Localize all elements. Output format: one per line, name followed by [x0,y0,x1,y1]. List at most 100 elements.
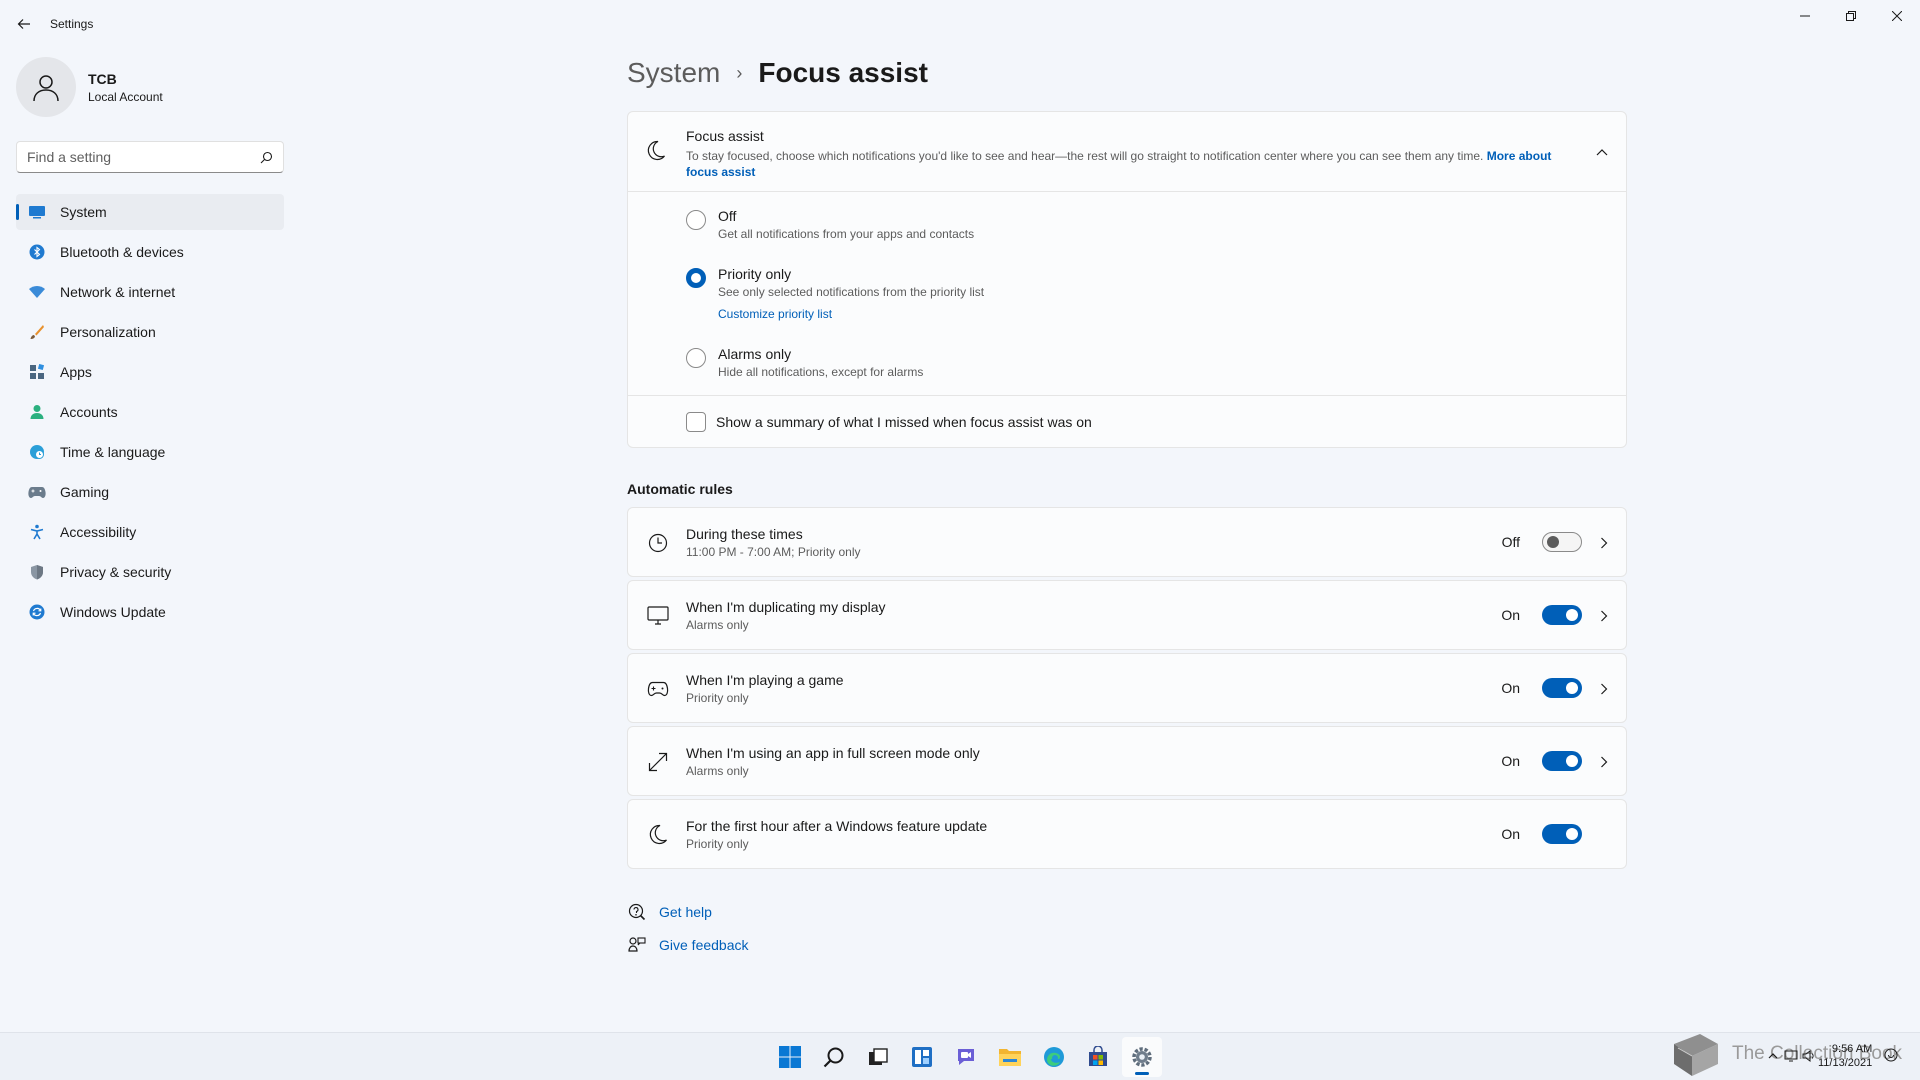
chevron-right-icon[interactable] [1596,533,1612,553]
sidebar-item-system[interactable]: System [16,194,284,230]
rule-title: For the first hour after a Windows featu… [686,818,988,834]
rule-title: When I'm duplicating my display [686,599,886,615]
moon-icon [646,140,666,165]
customize-priority-list-link[interactable]: Customize priority list [718,307,832,321]
rule-toggle[interactable] [1542,678,1582,698]
focus-assist-header[interactable]: Focus assist To stay focused, choose whi… [628,112,1626,192]
rule-toggle[interactable] [1542,751,1582,771]
page-title: Focus assist [758,57,928,88]
taskbar-clock[interactable]: 9:56 AM 11/13/2021 [1818,1042,1872,1070]
user-profile[interactable]: TCB Local Account [16,57,163,117]
moon-icon [646,823,670,847]
globe-clock-icon [28,443,46,461]
clock-icon [646,531,670,555]
rule-full-screen-app[interactable]: When I'm using an app in full screen mod… [627,726,1627,796]
option-alarms-only[interactable]: Alarms only Hide all notifications, exce… [686,346,923,379]
close-button[interactable] [1874,0,1920,32]
sidebar-item-personalization[interactable]: Personalization [16,314,284,350]
search-icon[interactable] [814,1037,854,1077]
edge-icon[interactable] [1034,1037,1074,1077]
sidebar-item-time-language[interactable]: Time & language [16,434,284,470]
sidebar-item-privacy-security[interactable]: Privacy & security [16,554,284,590]
rule-duplicating-display[interactable]: When I'm duplicating my display Alarms o… [627,580,1627,650]
search-input[interactable] [27,149,260,165]
book-icon [1674,1034,1718,1076]
chevron-up-icon[interactable] [1764,1047,1782,1065]
option-label: Alarms only [718,346,792,362]
minimize-button[interactable] [1782,0,1828,32]
notification-icon[interactable] [1884,1048,1898,1065]
back-arrow-icon [17,19,30,29]
summary-option[interactable]: Show a summary of what I missed when foc… [628,396,1626,448]
search-icon[interactable] [260,151,273,164]
rule-title: When I'm playing a game [686,672,844,688]
chevron-right-icon[interactable] [1596,752,1612,772]
sidebar-item-bluetooth[interactable]: Bluetooth & devices [16,234,284,270]
breadcrumb-parent[interactable]: System [627,57,720,89]
volume-icon[interactable] [1800,1047,1818,1065]
toggle-state-label: Off [1501,534,1520,550]
sidebar-item-label: Windows Update [60,604,166,620]
sidebar-item-gaming[interactable]: Gaming [16,474,284,510]
help-chat-icon [627,902,647,922]
get-help-link[interactable]: Get help [627,901,749,923]
radio-alarms-only[interactable] [686,348,706,368]
sidebar-item-accessibility[interactable]: Accessibility [16,514,284,550]
restore-icon [1846,11,1856,21]
give-feedback-link[interactable]: Give feedback [627,934,749,956]
radio-off[interactable] [686,210,706,230]
rule-toggle[interactable] [1542,824,1582,844]
sidebar-item-label: Privacy & security [60,564,172,580]
rule-feature-update[interactable]: For the first hour after a Windows featu… [627,799,1627,869]
chevron-up-icon [1596,149,1608,156]
radio-priority-only[interactable] [686,268,706,288]
rule-during-these-times[interactable]: During these times 11:00 PM - 7:00 AM; P… [627,507,1627,577]
windows-start-icon[interactable] [770,1037,810,1077]
rule-description: Priority only [686,837,749,851]
gamepad-icon [646,677,670,701]
profile-account-type: Local Account [88,89,163,104]
sidebar-item-apps[interactable]: Apps [16,354,284,390]
app-title: Settings [50,17,94,31]
back-button[interactable] [12,12,36,36]
task-view-icon[interactable] [858,1037,898,1077]
option-label: Priority only [718,266,792,282]
network-icon[interactable] [1782,1047,1800,1065]
option-off[interactable]: Off Get all notifications from your apps… [686,208,974,241]
gamepad-icon [28,483,46,501]
sidebar-item-label: Accounts [60,404,118,420]
sidebar-item-accounts[interactable]: Accounts [16,394,284,430]
restore-button[interactable] [1828,0,1874,32]
option-priority-only[interactable]: Priority only See only selected notifica… [686,266,984,321]
close-icon [1892,11,1902,21]
breadcrumb: System › Focus assist [627,57,928,89]
rule-title: During these times [686,526,803,542]
store-icon[interactable] [1078,1037,1118,1077]
shield-icon [28,563,46,581]
chevron-right-icon[interactable] [1596,679,1612,699]
toggle-state-label: On [1501,607,1520,623]
sidebar-item-windows-update[interactable]: Windows Update [16,594,284,630]
file-explorer-icon[interactable] [990,1037,1030,1077]
rule-toggle[interactable] [1542,605,1582,625]
rule-playing-game[interactable]: When I'm playing a game Priority only On [627,653,1627,723]
toggle-state-label: On [1501,826,1520,842]
collapse-button[interactable] [1592,142,1612,162]
chevron-right-icon[interactable] [1596,606,1612,626]
chat-icon[interactable] [946,1037,986,1077]
system-tray [1764,1047,1818,1065]
breadcrumb-separator: › [736,62,743,83]
widgets-icon[interactable] [902,1037,942,1077]
avatar [16,57,76,117]
automatic-rules-heading: Automatic rules [627,481,733,497]
fullscreen-icon [646,750,670,774]
sidebar-item-label: Personalization [60,324,156,340]
summary-checkbox[interactable] [686,412,706,432]
wifi-icon [28,283,46,301]
window-controls [1782,0,1920,32]
settings-icon[interactable] [1122,1037,1162,1077]
display-icon [646,604,670,628]
sidebar-item-network[interactable]: Network & internet [16,274,284,310]
sidebar-nav: System Bluetooth & devices Network & int… [16,194,284,634]
rule-toggle[interactable] [1542,532,1582,552]
